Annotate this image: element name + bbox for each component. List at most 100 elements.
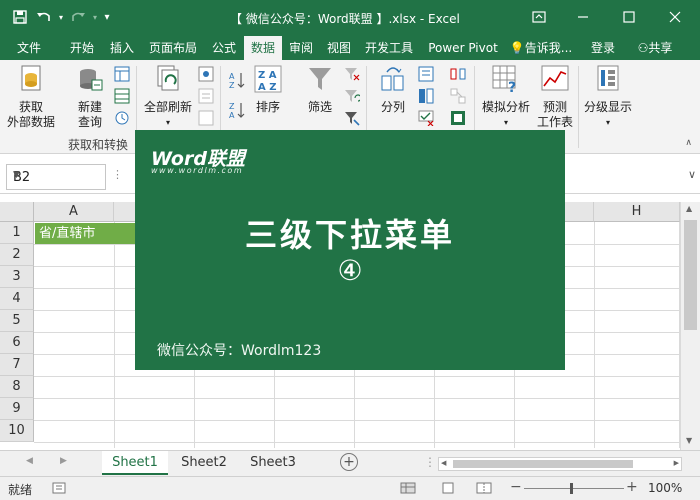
remove-duplicates-icon[interactable]: [418, 88, 434, 104]
column-header-a[interactable]: A: [34, 202, 114, 222]
expand-formula-bar-icon[interactable]: ∨: [688, 168, 696, 181]
tab-file[interactable]: 文件: [4, 36, 54, 60]
recent-sources-icon[interactable]: [114, 110, 130, 126]
redo-dropdown-icon[interactable]: ▾: [90, 6, 100, 28]
consolidate-icon[interactable]: [450, 66, 466, 82]
zoom-out-icon[interactable]: −: [510, 479, 522, 495]
column-header-h[interactable]: H: [594, 202, 680, 222]
scroll-right-icon[interactable]: ▶: [674, 459, 679, 467]
scroll-up-icon[interactable]: ▲: [686, 204, 692, 213]
what-if-dropdown-icon[interactable]: ▾: [478, 115, 534, 130]
minimize-icon[interactable]: [568, 6, 598, 28]
gridline: [594, 222, 595, 448]
tab-data[interactable]: 数据: [244, 36, 282, 60]
tab-view[interactable]: 视图: [322, 36, 356, 60]
share-button[interactable]: ⚇共享: [628, 36, 682, 60]
tab-review[interactable]: 审阅: [284, 36, 318, 60]
filter-button[interactable]: 筛选: [298, 64, 342, 115]
row-header[interactable]: 2: [0, 244, 34, 266]
sort-descending-icon[interactable]: ZA: [228, 100, 246, 120]
name-box-dropdown-icon[interactable]: ▼: [13, 170, 101, 180]
clear-filter-icon[interactable]: [344, 66, 360, 82]
relationships-icon[interactable]: [450, 88, 466, 104]
sheet-tab-sheet2[interactable]: Sheet2: [170, 451, 238, 475]
row-header[interactable]: 8: [0, 376, 34, 398]
tell-me-box[interactable]: 💡告诉我...: [506, 36, 576, 60]
outline-button[interactable]: 分级显示 ▾: [580, 64, 636, 130]
maximize-icon[interactable]: [614, 6, 644, 28]
close-icon[interactable]: [660, 6, 690, 28]
tab-insert[interactable]: 插入: [104, 36, 140, 60]
get-external-data-button[interactable]: 获取 外部数据: [2, 64, 60, 130]
zoom-slider[interactable]: [524, 488, 624, 489]
sheet-tab-sheet3[interactable]: Sheet3: [240, 451, 306, 475]
row-header[interactable]: 10: [0, 420, 34, 442]
cell-a1[interactable]: 省/直辖市: [35, 223, 135, 244]
sort-button[interactable]: Z AA Z 排序: [248, 64, 288, 115]
vertical-scroll-thumb[interactable]: [684, 220, 697, 330]
data-validation-icon[interactable]: [418, 110, 434, 126]
undo-icon[interactable]: [32, 6, 56, 28]
text-to-columns-button[interactable]: 分列: [372, 64, 414, 115]
scroll-left-icon[interactable]: ◀: [441, 459, 446, 467]
next-sheet-icon[interactable]: ▶: [60, 456, 67, 466]
save-icon[interactable]: [8, 6, 32, 28]
gridline: [34, 420, 680, 421]
tab-power-pivot[interactable]: Power Pivot: [424, 36, 502, 60]
normal-view-icon[interactable]: [400, 482, 416, 497]
select-all-corner[interactable]: [0, 202, 34, 222]
edit-links-icon[interactable]: [198, 110, 214, 126]
flash-fill-icon[interactable]: [418, 66, 434, 82]
row-header[interactable]: 5: [0, 310, 34, 332]
name-box[interactable]: B2 ▼: [6, 164, 106, 190]
zoom-level[interactable]: 100%: [648, 481, 682, 495]
manage-data-model-icon[interactable]: [450, 110, 466, 126]
macro-record-icon[interactable]: [52, 482, 66, 497]
title-bar: ▾ ▾ ▾ 【 微信公众号：Word联盟 】.xlsx - Excel: [0, 0, 700, 36]
funnel-icon: [298, 64, 342, 98]
reapply-filter-icon[interactable]: [344, 88, 360, 104]
collapse-ribbon-icon[interactable]: ∧: [685, 138, 692, 148]
redo-icon[interactable]: [66, 6, 90, 28]
tab-developer[interactable]: 开发工具: [360, 36, 418, 60]
refresh-all-button[interactable]: 全部刷新 ▾: [140, 64, 196, 130]
row-header[interactable]: 1: [0, 222, 34, 244]
document-title: 【 微信公众号：Word联盟 】.xlsx - Excel: [230, 12, 460, 26]
advanced-filter-icon[interactable]: [344, 110, 360, 126]
sort-ascending-icon[interactable]: AZ: [228, 70, 246, 90]
row-header[interactable]: 3: [0, 266, 34, 288]
show-queries-icon[interactable]: [114, 66, 130, 82]
horizontal-scroll-thumb[interactable]: [453, 460, 633, 468]
vertical-scrollbar[interactable]: ▲ ▼: [680, 202, 700, 450]
sheet-tab-sheet1[interactable]: Sheet1: [102, 451, 168, 475]
zoom-in-icon[interactable]: +: [626, 479, 638, 495]
scroll-down-icon[interactable]: ▼: [686, 436, 692, 445]
outline-dropdown-icon[interactable]: ▾: [580, 115, 636, 130]
customize-qat-icon[interactable]: ▾: [100, 6, 114, 28]
zoom-slider-thumb[interactable]: [570, 483, 573, 494]
prev-sheet-icon[interactable]: ◀: [26, 456, 33, 466]
tab-page-layout[interactable]: 页面布局: [144, 36, 202, 60]
row-header[interactable]: 7: [0, 354, 34, 376]
what-if-analysis-button[interactable]: ? 模拟分析 ▾: [478, 64, 534, 130]
undo-dropdown-icon[interactable]: ▾: [56, 6, 66, 28]
refresh-dropdown-icon[interactable]: ▾: [140, 115, 196, 130]
row-header[interactable]: 9: [0, 398, 34, 420]
horizontal-scrollbar[interactable]: ◀ ▶: [438, 457, 682, 471]
sign-in-link[interactable]: 登录: [586, 36, 620, 60]
tab-formulas[interactable]: 公式: [206, 36, 242, 60]
page-layout-view-icon[interactable]: [440, 482, 456, 497]
tab-split-handle[interactable]: ⋮: [424, 455, 436, 469]
from-table-icon[interactable]: [114, 88, 130, 104]
tab-home[interactable]: 开始: [62, 36, 102, 60]
properties-icon[interactable]: [198, 88, 214, 104]
svg-text:A: A: [229, 72, 235, 81]
row-header[interactable]: 6: [0, 332, 34, 354]
connections-icon[interactable]: [198, 66, 214, 82]
new-query-button[interactable]: 新建 查询: [66, 64, 114, 130]
row-header[interactable]: 4: [0, 288, 34, 310]
forecast-sheet-button[interactable]: 预测 工作表: [534, 64, 576, 130]
add-sheet-icon[interactable]: +: [340, 453, 358, 471]
page-break-view-icon[interactable]: [476, 482, 492, 497]
ribbon-display-options-icon[interactable]: [524, 6, 554, 28]
